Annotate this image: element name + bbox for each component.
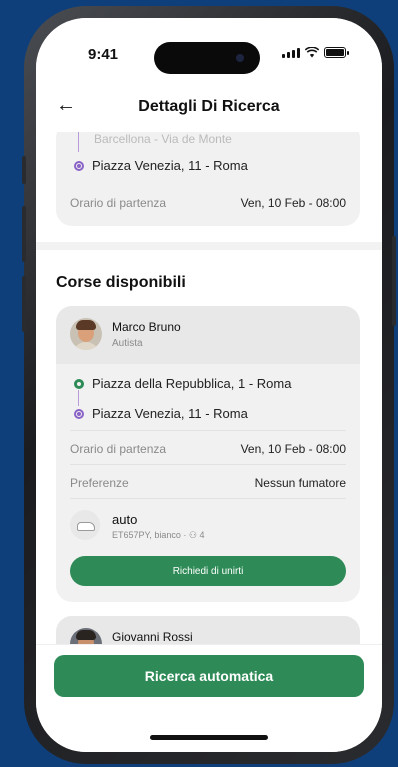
- status-icons: [282, 47, 349, 58]
- destination-pin-icon: [74, 160, 84, 171]
- driver-role: Autista: [112, 338, 143, 349]
- page-title: Dettagli Di Ricerca: [138, 98, 280, 115]
- status-time: 9:41: [88, 46, 119, 63]
- route-destination-label: Piazza Venezia, 11 - Roma: [92, 158, 248, 173]
- route-origin-ghost: Barcellona - Via de Monte: [94, 132, 232, 146]
- preferences-row: Preferenze Nessun fumatore: [70, 476, 346, 490]
- scroll-content[interactable]: Barcellona - Via de Monte Piazza Venezia…: [36, 132, 382, 644]
- join-ride-button[interactable]: Richiedi di unirti: [70, 556, 346, 586]
- ride-departure-label: Orario di partenza: [70, 442, 167, 456]
- section-divider: [36, 242, 382, 250]
- driver-name: Marco Bruno: [112, 320, 181, 334]
- divider: [70, 430, 346, 431]
- camera-icon: [236, 54, 244, 62]
- car-icon: [70, 510, 100, 540]
- ride-origin: Piazza della Repubblica, 1 - Roma: [74, 376, 291, 391]
- preferences-label: Preferenze: [70, 476, 129, 490]
- power-button: [392, 236, 396, 326]
- driver-header: Marco Bruno Autista: [56, 306, 360, 364]
- home-indicator[interactable]: [150, 735, 268, 740]
- ride-card[interactable]: Marco Bruno Autista Piazza della Repubbl…: [56, 306, 360, 602]
- route-destination: Piazza Venezia, 11 - Roma: [74, 158, 248, 173]
- ride-departure-row: Orario di partenza Ven, 10 Feb - 08:00: [70, 442, 346, 456]
- divider: [70, 498, 346, 499]
- car-name: auto: [112, 512, 138, 527]
- driver-name: Giovanni Rossi: [112, 630, 193, 644]
- phone-frame: 9:41 ← Dettagli Di Ricerca Barcellona -: [22, 6, 396, 764]
- origin-dot-icon: [74, 378, 84, 389]
- volume-down-button: [22, 276, 26, 332]
- ride-destination-label: Piazza Venezia, 11 - Roma: [92, 406, 248, 421]
- departure-value: Ven, 10 Feb - 08:00: [240, 196, 346, 210]
- battery-icon: [324, 47, 349, 58]
- ride-card[interactable]: Giovanni Rossi Autista: [56, 616, 360, 644]
- ride-departure-value: Ven, 10 Feb - 08:00: [240, 442, 346, 456]
- screen: 9:41 ← Dettagli Di Ricerca Barcellona -: [36, 18, 382, 752]
- avatar: [70, 318, 102, 350]
- ride-destination: Piazza Venezia, 11 - Roma: [74, 406, 248, 421]
- driver-header: Giovanni Rossi Autista: [56, 616, 360, 644]
- route-line: [78, 132, 79, 152]
- route-summary-card: Barcellona - Via de Monte Piazza Venezia…: [56, 132, 360, 226]
- destination-pin-icon: [74, 408, 84, 419]
- preferences-value: Nessun fumatore: [254, 476, 346, 490]
- departure-row: Orario di partenza Ven, 10 Feb - 08:00: [70, 196, 346, 210]
- ride-origin-label: Piazza della Repubblica, 1 - Roma: [92, 376, 292, 391]
- silent-switch: [22, 156, 26, 184]
- section-title: Corse disponibili: [56, 274, 186, 291]
- status-bar: 9:41: [36, 18, 382, 80]
- auto-search-button[interactable]: Ricerca automatica: [54, 655, 364, 697]
- header: ← Dettagli Di Ricerca: [36, 80, 382, 132]
- volume-up-button: [22, 206, 26, 262]
- signal-icon: [282, 48, 300, 58]
- bottom-bar: Ricerca automatica: [36, 644, 382, 752]
- car-detail: ET657PY, bianco · ⚇ 4: [112, 530, 205, 540]
- divider: [70, 464, 346, 465]
- departure-label: Orario di partenza: [70, 196, 167, 210]
- dynamic-island: [154, 42, 260, 74]
- wifi-icon: [305, 47, 319, 58]
- avatar: [70, 628, 102, 644]
- ride-route-line: [78, 390, 79, 406]
